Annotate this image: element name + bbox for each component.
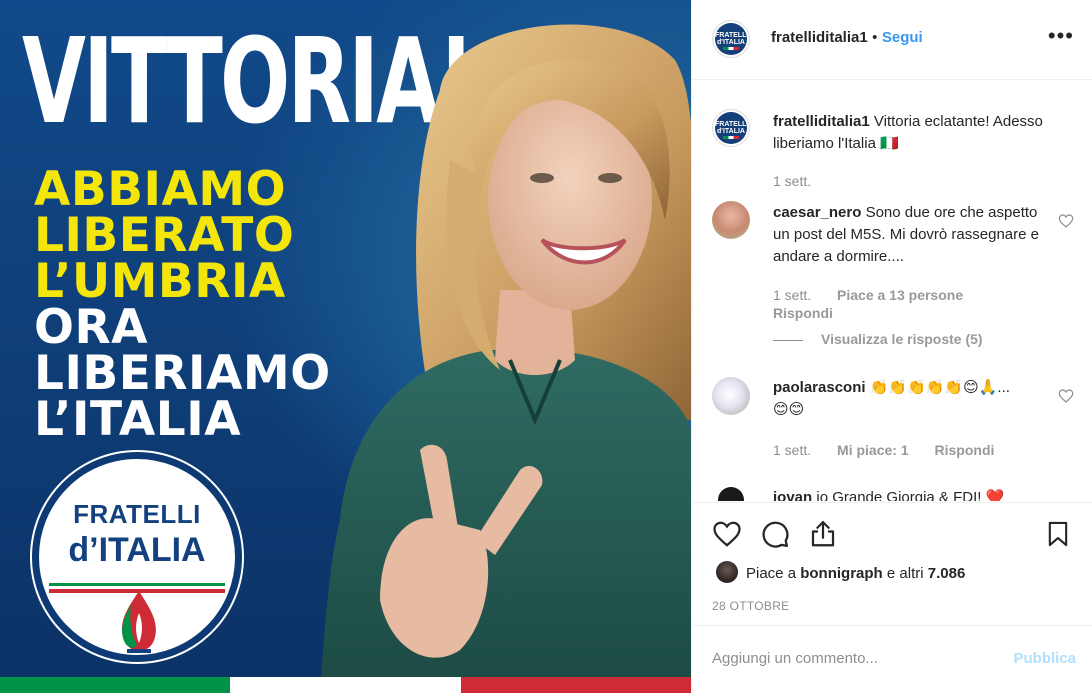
party-logo: FRATELLI d’ITALIA bbox=[32, 452, 242, 662]
likes-count[interactable]: 7.086 bbox=[928, 565, 966, 582]
comment-username[interactable]: caesar_nero bbox=[773, 204, 861, 221]
reply-button[interactable]: Rispondi bbox=[935, 442, 995, 458]
comment-time[interactable]: 1 sett. bbox=[773, 287, 811, 303]
follow-button[interactable]: Segui bbox=[882, 29, 923, 46]
commenter-avatar[interactable] bbox=[712, 377, 750, 415]
person-photo bbox=[320, 24, 691, 693]
slogan-line: ABBIAMO bbox=[34, 162, 287, 217]
slogan-line: L’ITALIA bbox=[34, 392, 242, 447]
slogan-line: L’UMBRIA bbox=[34, 254, 286, 309]
add-comment-bar: Aggiungi un commento... Pubblica bbox=[692, 625, 1092, 693]
logo-line2: d’ITALIA bbox=[68, 531, 206, 569]
author-avatar[interactable]: FRATELLI d'ITALIA bbox=[712, 20, 750, 58]
post-sidebar: FRATELLI d'ITALIA fratelliditalia1 • Seg… bbox=[691, 0, 1092, 693]
post-date[interactable]: 28 OTTOBRE bbox=[712, 599, 789, 613]
likes-user[interactable]: bonnigraph bbox=[800, 565, 883, 582]
comment-time[interactable]: 1 sett. bbox=[773, 442, 811, 458]
liker-avatar[interactable] bbox=[716, 561, 738, 583]
publish-button[interactable]: Pubblica bbox=[1013, 650, 1076, 667]
flag-stripe bbox=[0, 677, 691, 693]
likes-summary[interactable]: Piace a bonnigraph e altri 7.086 bbox=[746, 565, 965, 582]
comment-username[interactable]: paolarasconi bbox=[773, 379, 866, 396]
comment-text: paolarasconi 👏👏👏👏👏😊🙏... 😊😊 bbox=[773, 377, 1053, 421]
comment-like-icon[interactable] bbox=[1058, 213, 1074, 229]
caption-time[interactable]: 1 sett. bbox=[773, 173, 811, 189]
comment-meta: 1 sett. Piace a 13 persone bbox=[773, 287, 963, 303]
reply-button[interactable]: Rispondi bbox=[773, 305, 833, 321]
comment-likes[interactable]: Piace a 13 persone bbox=[837, 287, 963, 303]
more-options-icon[interactable]: ••• bbox=[1048, 25, 1074, 47]
heart-icon[interactable] bbox=[712, 519, 742, 549]
post-header: FRATELLI d'ITALIA fratelliditalia1 • Seg… bbox=[692, 0, 1092, 80]
avatar-text: FRATELLI d'ITALIA bbox=[715, 32, 749, 46]
commenter-avatar[interactable] bbox=[718, 487, 744, 501]
comment-like-icon[interactable] bbox=[1058, 388, 1074, 404]
comment-body-continued: 😊😊 bbox=[773, 401, 805, 418]
commenter-avatar[interactable] bbox=[712, 201, 750, 239]
slogan-line: LIBERIAMO bbox=[34, 346, 331, 401]
comment-meta: 1 sett. Mi piace: 1 Rispondi bbox=[773, 442, 994, 458]
likes-and: e altri bbox=[886, 565, 924, 582]
comment-body: io Grande Giorgia & FDI! ❤️ bbox=[816, 489, 1005, 501]
comment-username[interactable]: iovan bbox=[773, 489, 812, 501]
post-image[interactable]: VITTORIA! ABBIAMO LIBERATO L’UMBRIA ORA … bbox=[0, 0, 691, 693]
share-icon[interactable] bbox=[808, 519, 838, 549]
avatar-text: FRATELLI d'ITALIA bbox=[715, 121, 749, 135]
comment-likes[interactable]: Mi piace: 1 bbox=[837, 442, 909, 458]
slogan-line: ORA bbox=[34, 300, 149, 355]
logo-line1: FRATELLI bbox=[73, 499, 201, 529]
caption-text: fratelliditalia1 Vittoria eclatante! Ade… bbox=[773, 111, 1053, 155]
comment-body: 👏👏👏👏👏😊🙏... bbox=[869, 379, 1010, 396]
comment-icon[interactable] bbox=[760, 519, 790, 549]
comment-text: iovan io Grande Giorgia & FDI! ❤️ bbox=[773, 487, 1053, 501]
flame-icon bbox=[121, 591, 156, 653]
separator-dot: • bbox=[872, 29, 878, 46]
caption-avatar[interactable]: FRATELLI d'ITALIA bbox=[712, 109, 750, 147]
comment-input[interactable]: Aggiungi un commento... bbox=[712, 650, 878, 667]
bookmark-icon[interactable] bbox=[1044, 519, 1072, 549]
author-username[interactable]: fratelliditalia1 bbox=[771, 29, 868, 46]
comment-text: caesar_nero Sono due ore che aspetto un … bbox=[773, 202, 1053, 268]
likes-prefix: Piace a bbox=[746, 565, 797, 582]
comments-list[interactable]: FRATELLI d'ITALIA fratelliditalia1 Vitto… bbox=[692, 81, 1092, 501]
post-actions: Piace a bonnigraph e altri 7.086 28 OTTO… bbox=[692, 502, 1092, 624]
replies-line bbox=[773, 340, 803, 341]
view-replies-button[interactable]: Visualizza le risposte (5) bbox=[821, 331, 983, 347]
caption-username[interactable]: fratelliditalia1 bbox=[773, 113, 870, 130]
slogan-line: LIBERATO bbox=[34, 208, 295, 263]
